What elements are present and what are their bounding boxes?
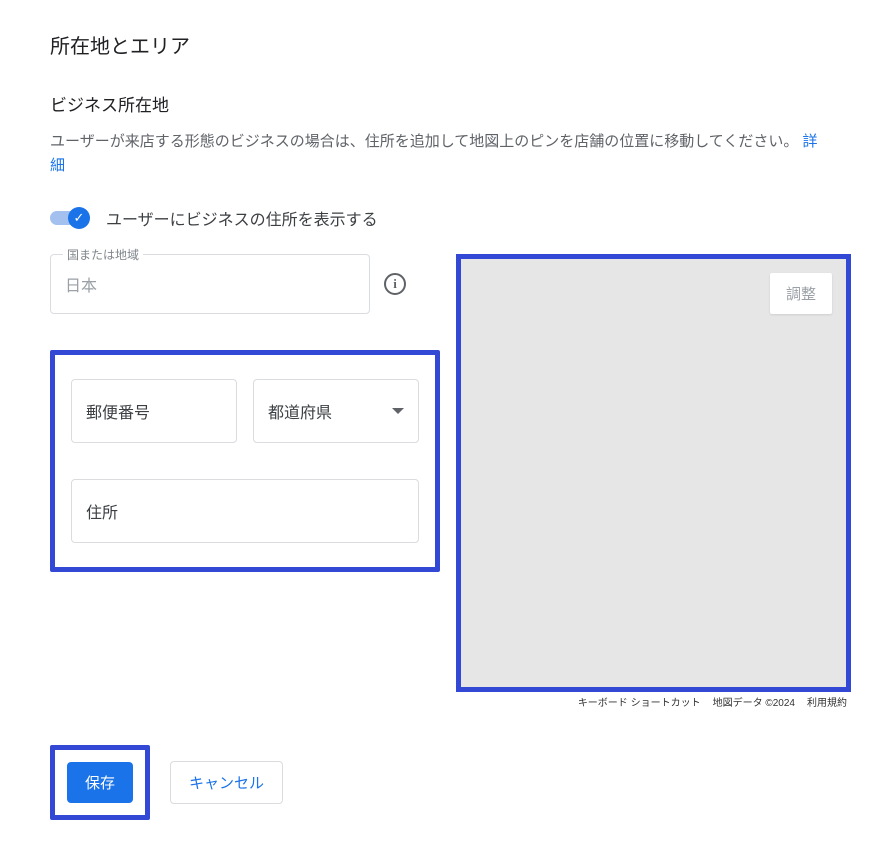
map-panel[interactable]: 調整: [456, 254, 851, 692]
info-icon[interactable]: i: [384, 273, 406, 295]
page-title: 所在地とエリア: [50, 30, 840, 59]
show-address-toggle[interactable]: ✓: [50, 207, 90, 229]
country-field[interactable]: 国または地域 日本: [50, 254, 370, 314]
address-field[interactable]: 住所: [71, 479, 419, 543]
check-icon: ✓: [74, 210, 85, 226]
prefecture-select[interactable]: 都道府県: [253, 379, 419, 443]
save-button[interactable]: 保存: [67, 762, 133, 803]
map-data-attribution: 地図データ ©2024: [713, 694, 795, 709]
map-terms-link[interactable]: 利用規約: [807, 694, 847, 709]
postal-code-field[interactable]: 郵便番号: [71, 379, 237, 443]
section-title: ビジネス所在地: [50, 91, 840, 116]
show-address-toggle-row: ✓ ユーザーにビジネスの住所を表示する: [50, 206, 840, 230]
map-keyboard-shortcuts-link[interactable]: キーボード ショートカット: [578, 694, 701, 709]
show-address-toggle-label: ユーザーにビジネスの住所を表示する: [106, 206, 378, 230]
action-row: 保存 キャンセル: [50, 745, 840, 820]
postal-code-placeholder: 郵便番号: [86, 399, 150, 423]
save-button-highlight: 保存: [50, 745, 150, 820]
map-footer: キーボード ショートカット 地図データ ©2024 利用規約: [456, 694, 851, 709]
map-adjust-button[interactable]: 調整: [770, 273, 832, 314]
address-fields-highlight: 郵便番号 都道府県 住所: [50, 350, 440, 572]
cancel-button[interactable]: キャンセル: [170, 761, 283, 804]
section-description: ユーザーが来店する形態のビジネスの場合は、住所を追加して地図上のピンを店舗の位置…: [50, 130, 830, 178]
address-placeholder: 住所: [86, 499, 118, 523]
toggle-thumb: ✓: [68, 207, 90, 229]
section-description-text: ユーザーが来店する形態のビジネスの場合は、住所を追加して地図上のピンを店舗の位置…: [50, 133, 803, 150]
prefecture-placeholder: 都道府県: [268, 399, 332, 423]
chevron-down-icon: [392, 408, 404, 414]
country-field-label: 国または地域: [63, 246, 143, 263]
country-field-value: 日本: [65, 272, 97, 296]
